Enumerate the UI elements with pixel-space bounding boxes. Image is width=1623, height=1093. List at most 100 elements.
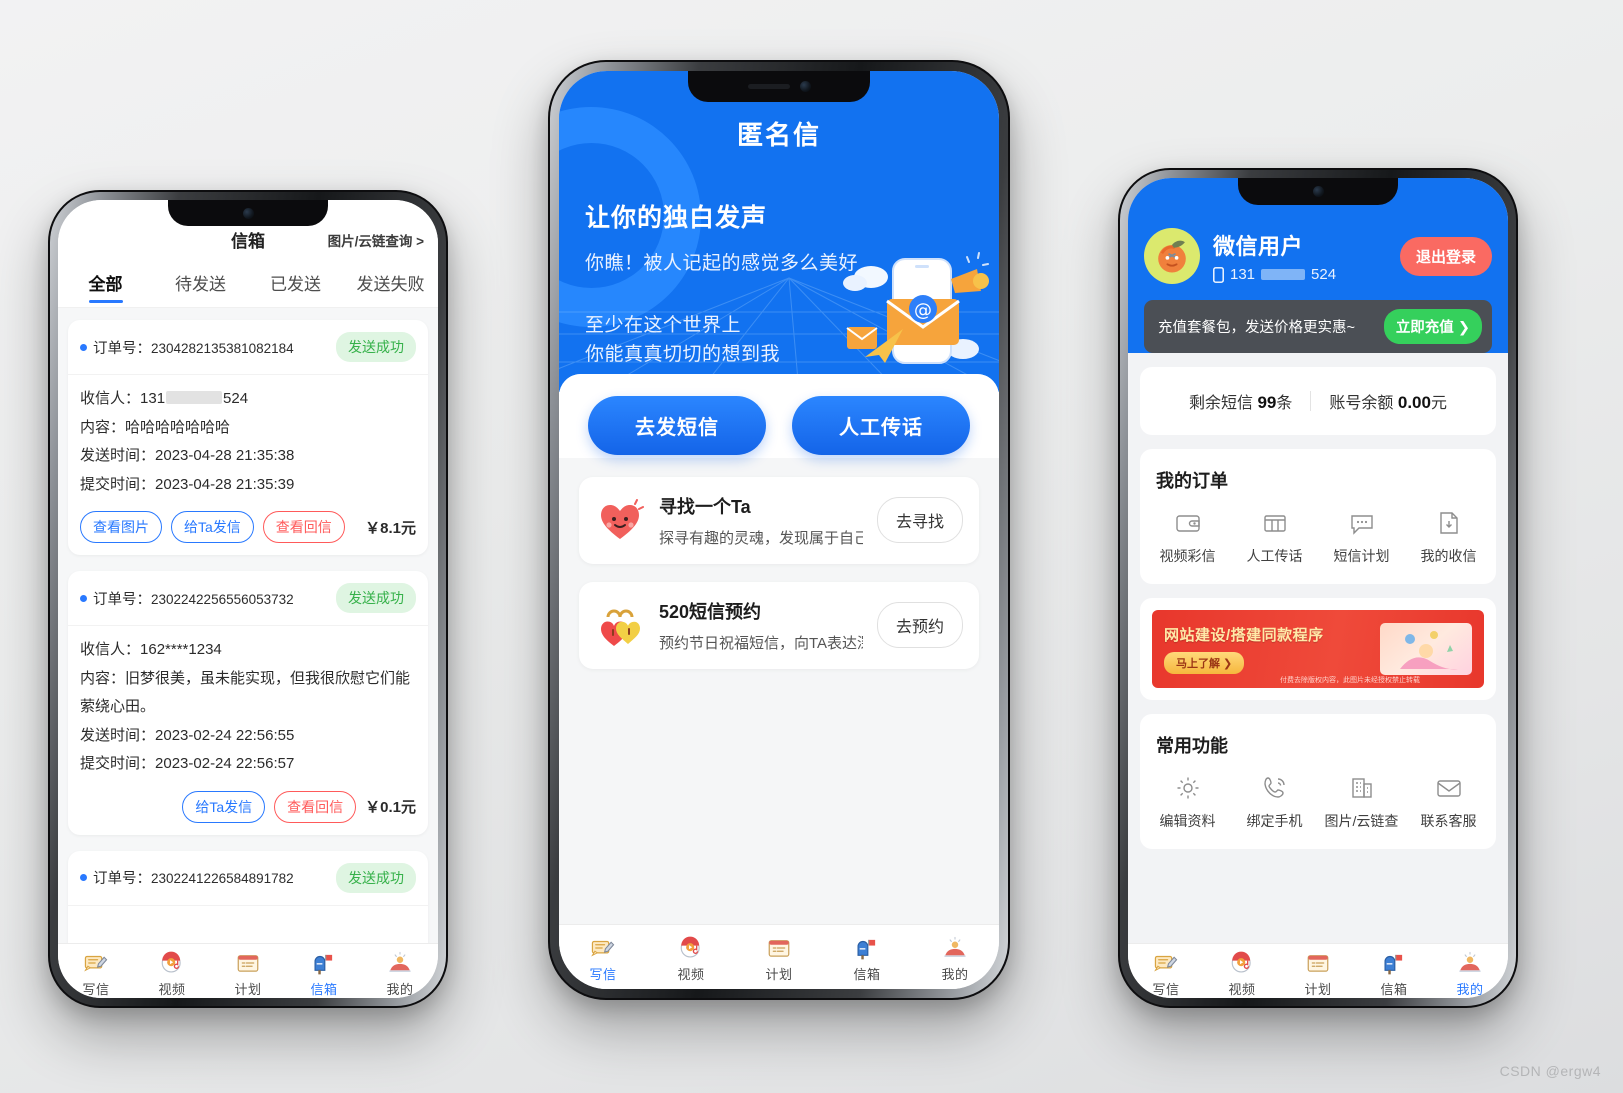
tabbar-item-video[interactable]: 视频 — [1204, 950, 1280, 998]
balance-row: 剩余短信 99条 账号余额 0.00元 — [1140, 367, 1496, 435]
phone-middle-screen-shell: 匿名信 让你的独白发声 你瞧！被人记起的感觉多么美好 至少在这个世界上 你能真真… — [559, 71, 999, 989]
tool-bind-phone[interactable]: 绑定手机 — [1231, 774, 1318, 831]
ad-fine-print: 付费去除版权内容，此图片未经授权禁止转载 — [1280, 677, 1420, 684]
recipient-prefix: 131 — [140, 390, 166, 407]
ad-banner[interactable]: 网站建设/搭建同款程序 马上了解 ❯ 付费去除版权内容，此图片未经授权禁止转载 — [1152, 610, 1484, 688]
order-card[interactable]: 订单号：2304282135381082184 发送成功 收信人：131 524 … — [68, 320, 428, 555]
home-sheet: 去发短信 人工传话 寻找一个Ta 探寻有趣的灵魂，发现属于自己 去寻找 520短… — [559, 373, 999, 924]
tabbar-item-profile[interactable]: 我的 — [911, 935, 999, 983]
sms-label: 剩余短信 — [1189, 395, 1254, 412]
tabbar-label: 视频 — [677, 967, 705, 982]
order-body: 收信人：162****1234 内容：旧梦很美，虽未能实现，但我很欣慰它们能萦绕… — [68, 626, 428, 835]
user-row[interactable]: 微信用户 131 524 退出登录 — [1144, 220, 1492, 300]
phone-middle-home: 匿名信 让你的独白发声 你瞧！被人记起的感觉多么美好 至少在这个世界上 你能真真… — [548, 60, 1010, 1000]
tabbar-item-mailbox[interactable]: 信箱 — [823, 935, 911, 983]
avatar[interactable] — [1144, 228, 1200, 284]
view-image-button[interactable]: 查看图片 — [80, 511, 162, 543]
tabbar-item-write[interactable]: 写信 — [1128, 950, 1204, 998]
profile-body[interactable]: 剩余短信 99条 账号余额 0.00元 我的订单 视频彩信 人工传话 短信计划 … — [1128, 353, 1508, 943]
tabbar-item-profile[interactable]: 我的 — [1432, 950, 1508, 998]
tool-label: 绑定手机 — [1246, 813, 1303, 829]
status-badge: 发送成功 — [336, 862, 416, 893]
user-info: 微信用户 131 524 — [1213, 229, 1387, 283]
order-recipient-row: 收信人：162****1234 — [80, 636, 416, 665]
ad-card[interactable]: 网站建设/搭建同款程序 马上了解 ❯ 付费去除版权内容，此图片未经授权禁止转载 — [1140, 598, 1496, 700]
tabbar-item-write[interactable]: 写信 — [559, 935, 647, 983]
logout-button[interactable]: 退出登录 — [1399, 236, 1492, 276]
view-reply-button[interactable]: 查看回信 — [274, 790, 357, 823]
redaction-block — [1261, 269, 1306, 280]
tool-contact-support[interactable]: 联系客服 — [1405, 774, 1492, 831]
content-label: 内容： — [80, 669, 126, 687]
tool-edit-profile[interactable]: 编辑资料 — [1144, 774, 1231, 831]
mailbox-filter-tabs: 全部 待发送 已发送 发送失败 — [58, 256, 438, 308]
tabbar-item-video[interactable]: 视频 — [647, 935, 735, 983]
view-reply-button[interactable]: 查看回信 — [262, 511, 345, 543]
tabbar-label: 信箱 — [853, 967, 881, 982]
tool-label: 编辑资料 — [1159, 813, 1216, 829]
order-submittime-row: 提交时间：2023-04-28 21:35:39 — [80, 471, 416, 500]
plan-icon — [237, 955, 259, 972]
order-card[interactable]: 订单号：2302242256556053732 发送成功 收信人：162****… — [68, 571, 428, 835]
profile-icon — [944, 936, 966, 957]
order-list[interactable]: 订单号：2304282135381082184 发送成功 收信人：131 524 … — [58, 308, 438, 943]
tabbar-item-profile[interactable]: 我的 — [362, 950, 438, 998]
tabbar-item-plan[interactable]: 计划 — [1280, 950, 1356, 998]
feature-card-find-ta[interactable]: 寻找一个Ta 探寻有趣的灵魂，发现属于自己 去寻找 — [579, 476, 979, 564]
tabbar-item-mailbox[interactable]: 信箱 — [286, 950, 362, 998]
tabbar-label: 写信 — [589, 967, 617, 982]
order-no-value: 2302242256556053732 — [151, 591, 294, 607]
mailbox-icon — [314, 954, 333, 975]
tabbar-label: 写信 — [1152, 982, 1180, 997]
money-unit: 元 — [1430, 395, 1447, 412]
mailbox-icon — [1384, 954, 1403, 975]
tab-sent[interactable]: 已发送 — [248, 262, 343, 307]
recharge-banner[interactable]: 充值套餐包，发送价格更实惠~ 立即充值 ❯ — [1144, 300, 1492, 353]
common-tools-grid: 编辑资料 绑定手机 图片/云链查 联系客服 — [1140, 762, 1496, 849]
content-label: 内容： — [80, 418, 126, 436]
tabbar-item-write[interactable]: 写信 — [58, 950, 134, 998]
tabbar-item-mailbox[interactable]: 信箱 — [1356, 950, 1432, 998]
tabbar-item-plan[interactable]: 计划 — [735, 935, 823, 983]
order-entry-my-received[interactable]: 我的收信 — [1405, 509, 1492, 566]
ad-image — [1380, 623, 1472, 675]
go-find-button[interactable]: 去寻找 — [876, 497, 963, 544]
tabbar-item-plan[interactable]: 计划 — [210, 950, 286, 998]
order-entry-sms-plan[interactable]: 短信计划 — [1318, 509, 1405, 566]
status-dot-icon — [80, 343, 87, 351]
human-relay-button[interactable]: 人工传话 — [792, 395, 970, 455]
image-cloud-query-link[interactable]: 图片/云链查询 > — [328, 230, 424, 250]
tabbar-item-video[interactable]: 视频 — [134, 950, 210, 998]
phone-suffix: 524 — [1311, 266, 1337, 283]
send-to-ta-button[interactable]: 给Ta发信 — [171, 511, 254, 543]
recharge-now-button[interactable]: 立即充值 ❯ — [1383, 309, 1482, 344]
order-entry-human-relay[interactable]: 人工传话 — [1231, 509, 1318, 566]
submit-time-label: 提交时间： — [80, 755, 156, 772]
phone-right-profile: 微信用户 131 524 退出登录 充值套餐包，发送价格更实惠~ 立即充值 ❯ … — [1118, 168, 1518, 1008]
phone-prefix: 131 — [1230, 266, 1256, 283]
tool-image-cloud-query[interactable]: 图片/云链查 — [1318, 774, 1405, 831]
order-no-label: 订单号：2302242256556053732 — [93, 588, 294, 609]
tabbar-label: 写信 — [82, 982, 110, 997]
tab-failed[interactable]: 发送失败 — [343, 262, 438, 307]
username: 微信用户 — [1213, 234, 1304, 259]
tab-all[interactable]: 全部 — [58, 262, 153, 307]
send-sms-button[interactable]: 去发短信 — [588, 395, 766, 455]
status-dot-icon — [80, 874, 87, 881]
order-header: 订单号：2302241226584891782 发送成功 — [68, 851, 428, 906]
front-camera-icon — [1312, 186, 1324, 197]
recipient-value: 162****1234 — [140, 641, 222, 658]
order-entry-label: 视频彩信 — [1159, 548, 1216, 564]
order-entry-video-mms[interactable]: 视频彩信 — [1144, 509, 1231, 566]
my-orders-title: 我的订单 — [1156, 471, 1228, 491]
go-book-button[interactable]: 去预约 — [876, 602, 963, 649]
feature-subtitle: 探寻有趣的灵魂，发现属于自己 — [659, 529, 863, 547]
tabbar-label: 我的 — [941, 967, 969, 982]
order-card[interactable]: 订单号：2302241226584891782 发送成功 — [68, 850, 428, 943]
send-to-ta-button[interactable]: 给Ta发信 — [182, 790, 266, 823]
tabbar-label: 我的 — [1456, 982, 1484, 997]
feature-card-520-booking[interactable]: 520短信预约 预约节日祝福短信，向TA表达深 去预约 — [579, 581, 979, 669]
ad-cta-button[interactable]: 马上了解 ❯ — [1164, 652, 1245, 674]
ad-illustration — [1400, 631, 1458, 670]
tab-pending[interactable]: 待发送 — [153, 262, 248, 307]
